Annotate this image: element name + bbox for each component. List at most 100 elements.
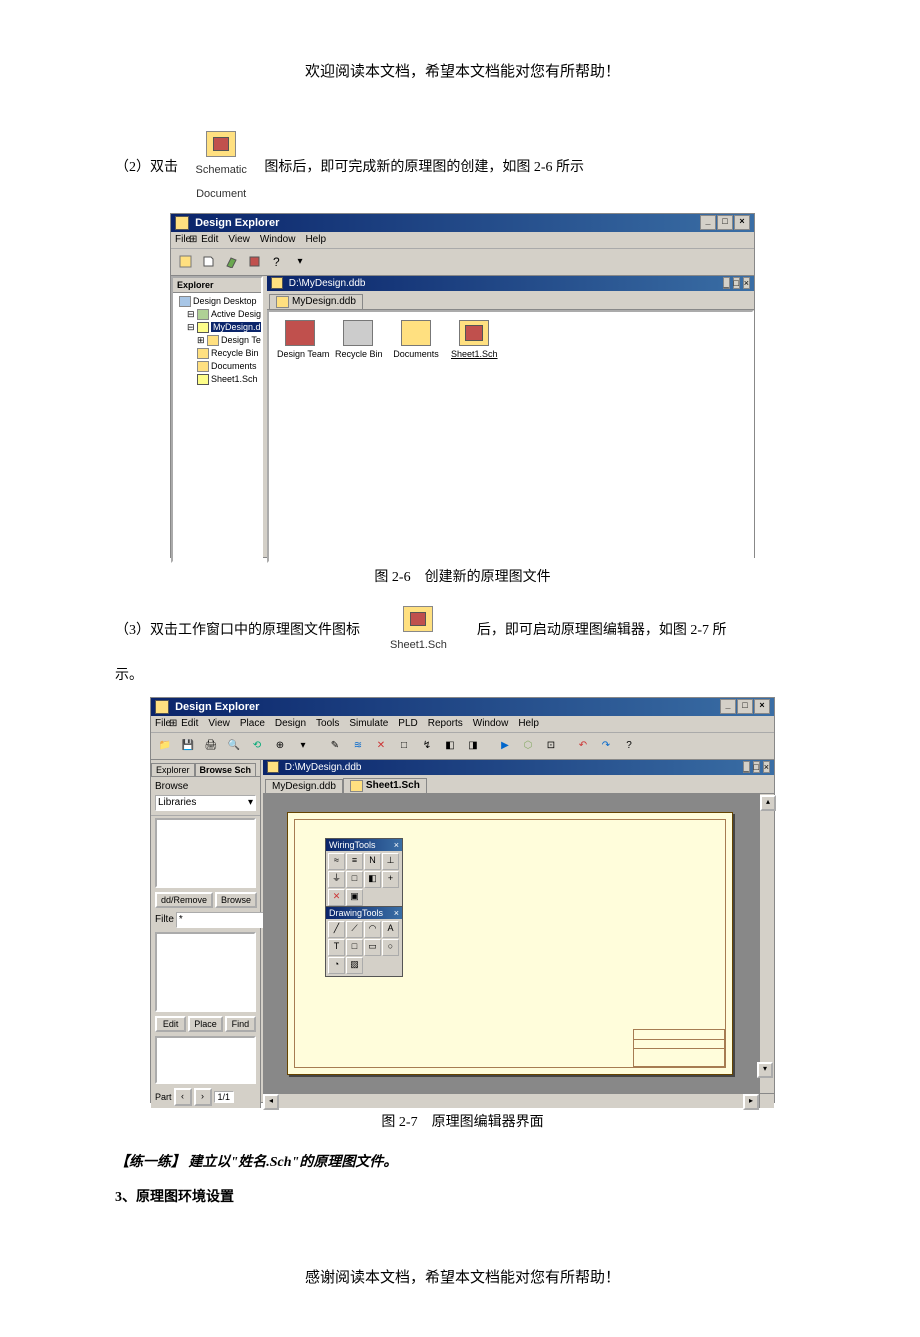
- float-close-icon[interactable]: ×: [394, 908, 399, 918]
- toolbar-button[interactable]: ⊡: [541, 736, 561, 755]
- drawing-tool-button[interactable]: ⟋: [346, 921, 363, 938]
- inner-close-button[interactable]: ×: [763, 761, 770, 773]
- close-button[interactable]: ×: [734, 215, 750, 230]
- inner-close-button[interactable]: ×: [743, 277, 750, 289]
- minimize-button[interactable]: _: [700, 215, 716, 230]
- tree-active-design-stations[interactable]: ⊟ Active Design Stations: [175, 308, 259, 321]
- libraries-listbox[interactable]: [155, 818, 256, 888]
- drawing-tool-button[interactable]: ◠: [364, 921, 381, 938]
- scroll-down-button[interactable]: ▾: [757, 1062, 773, 1078]
- find-button[interactable]: Find: [225, 1016, 256, 1032]
- toolbar-button[interactable]: 🖨: [201, 736, 221, 755]
- menu-help[interactable]: Help: [518, 716, 539, 732]
- toolbar-button[interactable]: ◨: [463, 736, 483, 755]
- drawing-tool-button[interactable]: □: [346, 939, 363, 956]
- drawing-tool-button[interactable]: A: [382, 921, 399, 938]
- wiring-tool-button[interactable]: +: [382, 871, 399, 888]
- toolbar-button[interactable]: ✎: [325, 736, 345, 755]
- toolbar-button[interactable]: ⊕: [270, 736, 290, 755]
- browse-sch-tab[interactable]: Browse Sch: [195, 763, 257, 776]
- wiring-tools-palette[interactable]: WiringTools × ≈ ≡ N ⊥ ⏚ □ ◧: [325, 838, 403, 909]
- drawing-tools-palette[interactable]: DrawingTools × ╱ ⟋ ◠ A T □ ▭: [325, 906, 403, 977]
- toolbar-button[interactable]: [198, 252, 218, 271]
- toolbar-button[interactable]: ↯: [417, 736, 437, 755]
- toolbar-button[interactable]: ▶: [495, 736, 515, 755]
- system-menu-icon[interactable]: ⊞: [169, 716, 177, 732]
- menu-reports[interactable]: Reports: [428, 716, 463, 732]
- menu-pld[interactable]: PLD: [398, 716, 417, 732]
- toolbar-button[interactable]: ↶: [573, 736, 593, 755]
- file-documents[interactable]: Documents: [393, 320, 439, 359]
- menu-help[interactable]: Help: [305, 232, 326, 248]
- menu-view[interactable]: View: [208, 716, 230, 732]
- toolbar-button[interactable]: [175, 252, 195, 271]
- wiring-tool-button[interactable]: N: [364, 853, 381, 870]
- toolbar-button[interactable]: ⬡: [518, 736, 538, 755]
- wiring-tool-button[interactable]: ⊥: [382, 853, 399, 870]
- wiring-tool-button[interactable]: ⏚: [328, 871, 345, 888]
- tab-mydesign[interactable]: MyDesign.ddb: [269, 294, 363, 309]
- tree-design-desktop[interactable]: Design Desktop: [175, 295, 259, 308]
- maximize-button[interactable]: □: [737, 699, 753, 714]
- horizontal-scrollbar[interactable]: ◂ ▸: [263, 1093, 774, 1108]
- tree-documents[interactable]: Documents: [175, 360, 259, 373]
- nav-prev-button[interactable]: ‹: [174, 1088, 192, 1106]
- inner-maximize-button[interactable]: □: [753, 761, 760, 773]
- toolbar-button[interactable]: 💾: [178, 736, 198, 755]
- toolbar-button[interactable]: ?: [267, 252, 287, 271]
- wiring-tool-button[interactable]: ≡: [346, 853, 363, 870]
- drawing-tool-button[interactable]: ▭: [364, 939, 381, 956]
- menu-design[interactable]: Design: [275, 716, 306, 732]
- maximize-button[interactable]: □: [717, 215, 733, 230]
- float-close-icon[interactable]: ×: [394, 840, 399, 850]
- scroll-left-button[interactable]: ◂: [263, 1094, 279, 1110]
- wiring-tool-button[interactable]: ▣: [346, 889, 363, 906]
- wiring-tool-button[interactable]: □: [346, 871, 363, 888]
- edit-button[interactable]: Edit: [155, 1016, 186, 1032]
- drawing-tool-button[interactable]: ◔: [328, 957, 345, 974]
- toolbar-button[interactable]: [221, 252, 241, 271]
- toolbar-button[interactable]: ✕: [371, 736, 391, 755]
- toolbar-button[interactable]: ◧: [440, 736, 460, 755]
- tree-mydesign[interactable]: ⊟ MyDesign.ddb: [175, 321, 259, 334]
- menu-place[interactable]: Place: [240, 716, 265, 732]
- file-sheet1-sch[interactable]: Sheet1.Sch: [451, 320, 497, 359]
- explorer-tab[interactable]: Explorer: [151, 763, 195, 776]
- toolbar-dropdown[interactable]: ▾: [290, 252, 310, 271]
- inner-minimize-button[interactable]: _: [723, 277, 730, 289]
- add-remove-button[interactable]: dd/Remove: [155, 892, 213, 908]
- nav-next-button[interactable]: ›: [194, 1088, 212, 1106]
- toolbar-button[interactable]: □: [394, 736, 414, 755]
- inner-maximize-button[interactable]: □: [733, 277, 740, 289]
- vertical-scrollbar[interactable]: ▴ ▾: [759, 794, 774, 1093]
- system-menu-icon[interactable]: ⊞: [189, 232, 197, 248]
- tree-recycle-bin[interactable]: Recycle Bin: [175, 347, 259, 360]
- minimize-button[interactable]: _: [720, 699, 736, 714]
- wiring-tool-button[interactable]: ◧: [364, 871, 381, 888]
- browse-button[interactable]: Browse: [215, 892, 257, 908]
- close-button[interactable]: ×: [754, 699, 770, 714]
- place-button[interactable]: Place: [188, 1016, 223, 1032]
- file-design-team[interactable]: Design Team: [277, 320, 323, 359]
- tab-sheet1-sch[interactable]: Sheet1.Sch: [343, 778, 427, 793]
- schematic-canvas[interactable]: WiringTools × ≈ ≡ N ⊥ ⏚ □ ◧: [263, 794, 759, 1093]
- menu-tools[interactable]: Tools: [316, 716, 339, 732]
- wiring-tool-button[interactable]: ✕: [328, 889, 345, 906]
- tab-mydesign-ddb[interactable]: MyDesign.ddb: [265, 779, 343, 793]
- tree-sheet1[interactable]: Sheet1.Sch: [175, 373, 259, 386]
- drawing-tool-button[interactable]: ╱: [328, 921, 345, 938]
- wiring-tool-button[interactable]: ≈: [328, 853, 345, 870]
- drawing-tool-button[interactable]: T: [328, 939, 345, 956]
- tree-design-team[interactable]: ⊞ Design Team: [175, 334, 259, 347]
- file-recycle-bin[interactable]: Recycle Bin: [335, 320, 381, 359]
- toolbar-button[interactable]: 📁: [155, 736, 175, 755]
- menu-window[interactable]: Window: [473, 716, 509, 732]
- parts-listbox[interactable]: [155, 932, 256, 1012]
- drawing-tool-button[interactable]: ▨: [346, 957, 363, 974]
- menu-window[interactable]: Window: [260, 232, 296, 248]
- toolbar-button[interactable]: ▾: [293, 736, 313, 755]
- drawing-tool-button[interactable]: ○: [382, 939, 399, 956]
- menu-simulate[interactable]: Simulate: [349, 716, 388, 732]
- scroll-up-button[interactable]: ▴: [760, 795, 776, 811]
- toolbar-button[interactable]: ≋: [348, 736, 368, 755]
